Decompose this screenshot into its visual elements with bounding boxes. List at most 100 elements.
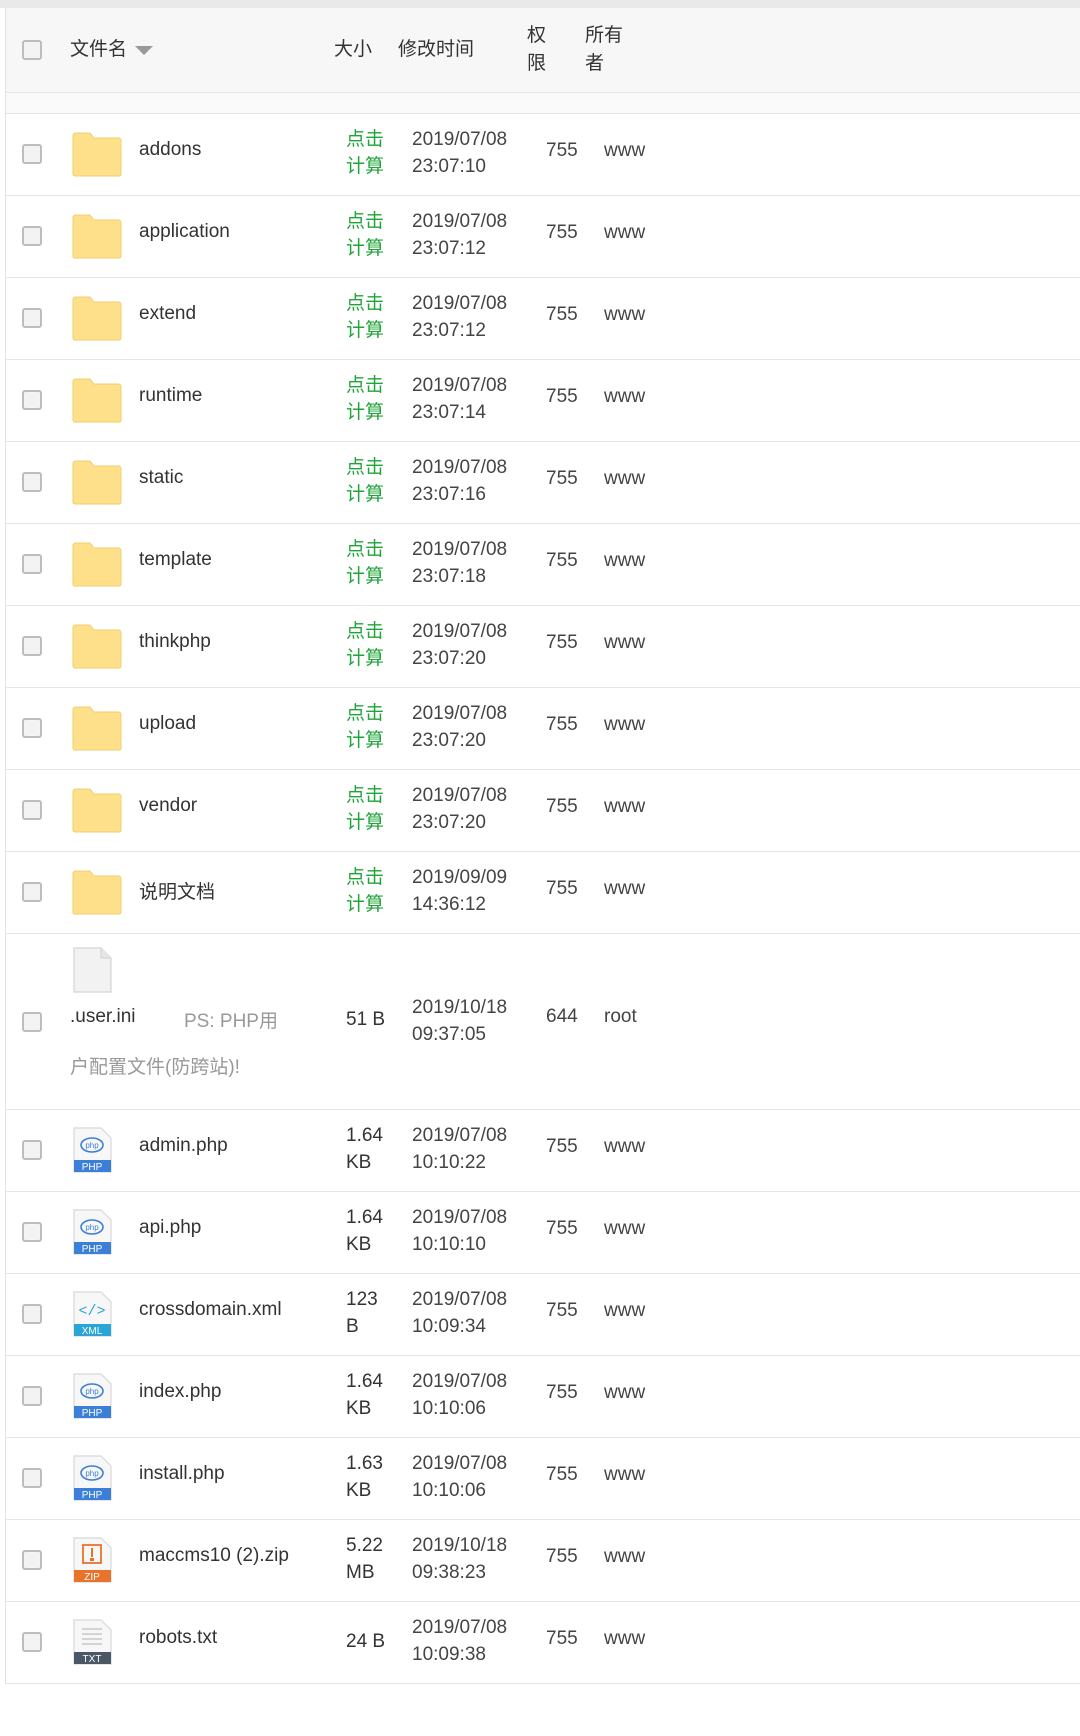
owner-link[interactable]: www	[604, 1628, 645, 1650]
permission-link[interactable]: 755	[546, 714, 578, 736]
file-name-link[interactable]: crossdomain.xml	[139, 1299, 282, 1321]
folder-icon[interactable]	[71, 868, 123, 916]
file-name-link[interactable]: template	[139, 549, 212, 571]
calc-size-link[interactable]: 点击 计算	[346, 454, 384, 508]
permission-link[interactable]: 755	[546, 550, 578, 572]
owner-link[interactable]: www	[604, 1382, 645, 1404]
calc-size-link[interactable]: 点击 计算	[346, 618, 384, 672]
owner-link[interactable]: www	[604, 1300, 645, 1322]
permission-link[interactable]: 755	[546, 1628, 578, 1650]
file-name-link[interactable]: 说明文档	[139, 877, 215, 904]
permission-link[interactable]: 755	[546, 304, 578, 326]
table-row[interactable]: addons 点击 计算 2019/07/08 23:07:10 755 www	[6, 114, 1080, 196]
owner-link[interactable]: root	[604, 1006, 637, 1028]
file-name-link[interactable]: extend	[139, 303, 196, 325]
row-checkbox[interactable]	[22, 800, 42, 820]
column-mtime[interactable]: 修改时间	[398, 36, 474, 64]
table-row[interactable]: php PHP install.php 1.63 KB 2019/07/08 10:10:0…	[6, 1438, 1080, 1520]
folder-icon[interactable]	[71, 130, 123, 178]
txt-file-icon[interactable]: TXT	[71, 1618, 123, 1666]
calc-size-link[interactable]: 点击 计算	[346, 290, 384, 344]
row-checkbox[interactable]	[22, 472, 42, 492]
row-checkbox[interactable]	[22, 1304, 42, 1324]
permission-link[interactable]: 755	[546, 632, 578, 654]
folder-icon[interactable]	[71, 458, 123, 506]
file-name-link[interactable]: install.php	[139, 1463, 225, 1485]
owner-link[interactable]: www	[604, 140, 645, 162]
column-permission[interactable]: 权限	[527, 22, 549, 78]
file-name-link[interactable]: index.php	[139, 1381, 221, 1403]
table-row[interactable]: runtime 点击 计算 2019/07/08 23:07:14 755 www	[6, 360, 1080, 442]
row-checkbox[interactable]	[22, 882, 42, 902]
column-size[interactable]: 大小	[334, 36, 372, 64]
owner-link[interactable]: www	[604, 1464, 645, 1486]
permission-link[interactable]: 755	[546, 386, 578, 408]
owner-link[interactable]: www	[604, 222, 645, 244]
permission-link[interactable]: 755	[546, 468, 578, 490]
permission-link[interactable]: 755	[546, 1218, 578, 1240]
permission-link[interactable]: 755	[546, 1546, 578, 1568]
folder-icon[interactable]	[71, 376, 123, 424]
table-row[interactable]: extend 点击 计算 2019/07/08 23:07:12 755 www	[6, 278, 1080, 360]
row-checkbox[interactable]	[22, 308, 42, 328]
table-row[interactable]: </> XML crossdomain.xml 123 B 2019/07/08 10:09…	[6, 1274, 1080, 1356]
folder-icon[interactable]	[71, 704, 123, 752]
file-name-link[interactable]: upload	[139, 713, 196, 735]
select-all-checkbox[interactable]	[22, 40, 42, 60]
owner-link[interactable]: www	[604, 304, 645, 326]
php-file-icon[interactable]: php PHP	[71, 1372, 123, 1420]
row-checkbox[interactable]	[22, 144, 42, 164]
table-row[interactable]: upload 点击 计算 2019/07/08 23:07:20 755 www	[6, 688, 1080, 770]
folder-icon[interactable]	[71, 212, 123, 260]
row-checkbox[interactable]	[22, 636, 42, 656]
table-row[interactable]: application 点击 计算 2019/07/08 23:07:12 755 www	[6, 196, 1080, 278]
calc-size-link[interactable]: 点击 计算	[346, 536, 384, 590]
row-checkbox[interactable]	[22, 1550, 42, 1570]
permission-link[interactable]: 755	[546, 1464, 578, 1486]
file-name-link[interactable]: addons	[139, 139, 201, 161]
owner-link[interactable]: www	[604, 386, 645, 408]
php-file-icon[interactable]: php PHP	[71, 1208, 123, 1256]
file-name-link[interactable]: runtime	[139, 385, 202, 407]
row-checkbox[interactable]	[22, 226, 42, 246]
permission-link[interactable]: 755	[546, 222, 578, 244]
sort-caret-icon[interactable]	[135, 45, 154, 55]
permission-link[interactable]: 644	[546, 1006, 578, 1028]
table-row[interactable]: vendor 点击 计算 2019/07/08 23:07:20 755 www	[6, 770, 1080, 852]
calc-size-link[interactable]: 点击 计算	[346, 372, 384, 426]
owner-link[interactable]: www	[604, 1218, 645, 1240]
zip-file-icon[interactable]: ZIP	[71, 1536, 123, 1584]
xml-file-icon[interactable]: </> XML	[71, 1290, 123, 1338]
folder-icon[interactable]	[71, 294, 123, 342]
table-row[interactable]: php PHP api.php 1.64 KB 2019/07/08 10:10:10 755…	[6, 1192, 1080, 1274]
owner-link[interactable]: www	[604, 1136, 645, 1158]
table-row[interactable]: 说明文档 点击 计算 2019/09/09 14:36:12 755 www	[6, 852, 1080, 934]
file-name-link[interactable]: .user.ini	[70, 1006, 135, 1028]
calc-size-link[interactable]: 点击 计算	[346, 782, 384, 836]
column-filename[interactable]: 文件名	[70, 36, 154, 64]
file-name-link[interactable]: api.php	[139, 1217, 201, 1239]
row-checkbox[interactable]	[22, 1386, 42, 1406]
owner-link[interactable]: www	[604, 1546, 645, 1568]
php-file-icon[interactable]: php PHP	[71, 1454, 123, 1502]
table-row[interactable]: TXT robots.txt 24 B 2019/07/08 10:09:38 755 ww…	[6, 1602, 1080, 1684]
row-checkbox[interactable]	[22, 1222, 42, 1242]
row-checkbox[interactable]	[22, 718, 42, 738]
table-row[interactable]: template 点击 计算 2019/07/08 23:07:18 755 www	[6, 524, 1080, 606]
php-file-icon[interactable]: php PHP	[71, 1126, 123, 1174]
owner-link[interactable]: www	[604, 468, 645, 490]
file-name-link[interactable]: vendor	[139, 795, 197, 817]
folder-icon[interactable]	[71, 786, 123, 834]
column-owner[interactable]: 所有者	[585, 22, 625, 78]
table-row[interactable]: php PHP admin.php 1.64 KB 2019/07/08 10:10:22 7…	[6, 1110, 1080, 1192]
owner-link[interactable]: www	[604, 878, 645, 900]
permission-link[interactable]: 755	[546, 878, 578, 900]
table-row[interactable]: thinkphp 点击 计算 2019/07/08 23:07:20 755 www	[6, 606, 1080, 688]
file-name-link[interactable]: robots.txt	[139, 1627, 217, 1649]
file-name-link[interactable]: application	[139, 221, 230, 243]
calc-size-link[interactable]: 点击 计算	[346, 700, 384, 754]
table-row[interactable]: .user.ini PS: PHP用 户配置文件(防跨站)! 51 B 2019/10/…	[6, 934, 1080, 1110]
row-checkbox[interactable]	[22, 1140, 42, 1160]
row-checkbox[interactable]	[22, 390, 42, 410]
file-name-link[interactable]: static	[139, 467, 183, 489]
